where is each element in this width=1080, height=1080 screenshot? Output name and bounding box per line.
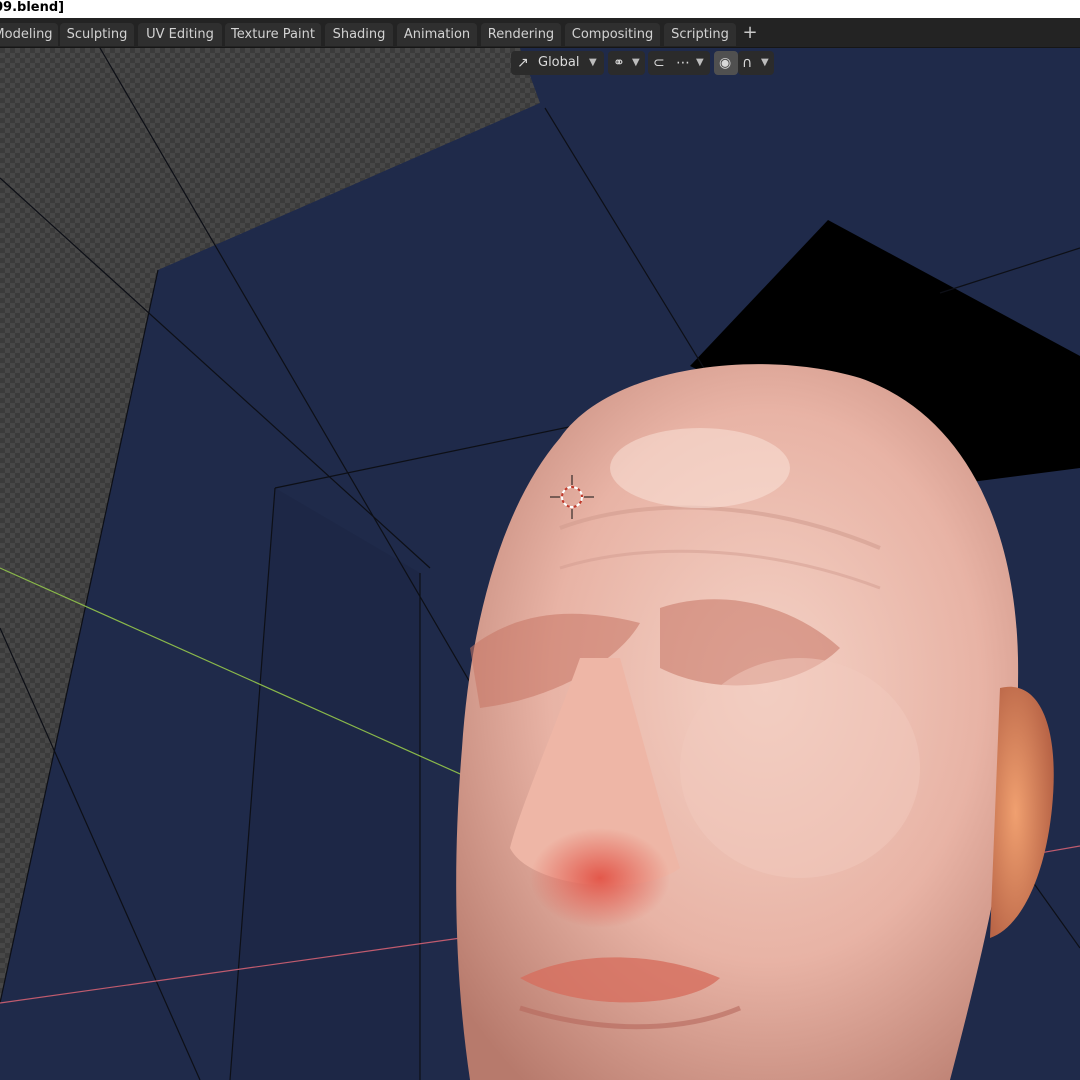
- pivot-point-dropdown[interactable]: ⚭ ▼: [608, 51, 645, 75]
- add-workspace-button[interactable]: +: [738, 21, 762, 44]
- tab-rendering[interactable]: Rendering: [481, 23, 561, 46]
- snap-toggle[interactable]: ⊂ ⋯ ▼: [648, 51, 710, 75]
- tab-sculpting[interactable]: Sculpting: [60, 23, 134, 46]
- tab-scripting[interactable]: Scripting: [664, 23, 736, 46]
- snap-increment-icon: ⋯: [676, 55, 690, 71]
- chevron-down-icon: ▼: [632, 57, 640, 68]
- falloff-curve-icon: ∩: [742, 55, 753, 71]
- proportional-falloff-dropdown[interactable]: ∩ ▼: [738, 51, 774, 75]
- link-pivot-icon: ⚭: [613, 55, 625, 71]
- workspace-tab-bar: Modeling Sculpting UV Editing Texture Pa…: [0, 18, 1080, 48]
- 3d-viewport[interactable]: [0, 48, 1080, 1080]
- tab-shading[interactable]: Shading: [325, 23, 393, 46]
- chevron-down-icon: ▼: [696, 57, 704, 68]
- sculpted-head: [456, 364, 1054, 1080]
- transform-orientation-label: Global: [538, 55, 580, 70]
- chevron-down-icon: ▼: [589, 57, 597, 68]
- proportional-edit-icon: ◉: [719, 55, 732, 71]
- tab-uv-editing[interactable]: UV Editing: [138, 23, 222, 46]
- tab-animation[interactable]: Animation: [397, 23, 477, 46]
- viewport-scene: [0, 48, 1080, 1080]
- transform-orientation-icon: ↗: [517, 55, 529, 71]
- tab-modeling[interactable]: Modeling: [0, 23, 58, 46]
- magnet-icon: ⊂: [653, 55, 665, 71]
- transform-orientation-dropdown[interactable]: ↗ Global ▼: [511, 51, 604, 75]
- window-title: 09.blend]: [0, 0, 65, 15]
- tab-texture-paint[interactable]: Texture Paint: [225, 23, 321, 46]
- window-title-bar: 09.blend]: [0, 0, 1080, 18]
- tab-compositing[interactable]: Compositing: [565, 23, 660, 46]
- chevron-down-icon: ▼: [761, 57, 769, 68]
- proportional-edit-toggle[interactable]: ◉: [714, 51, 738, 75]
